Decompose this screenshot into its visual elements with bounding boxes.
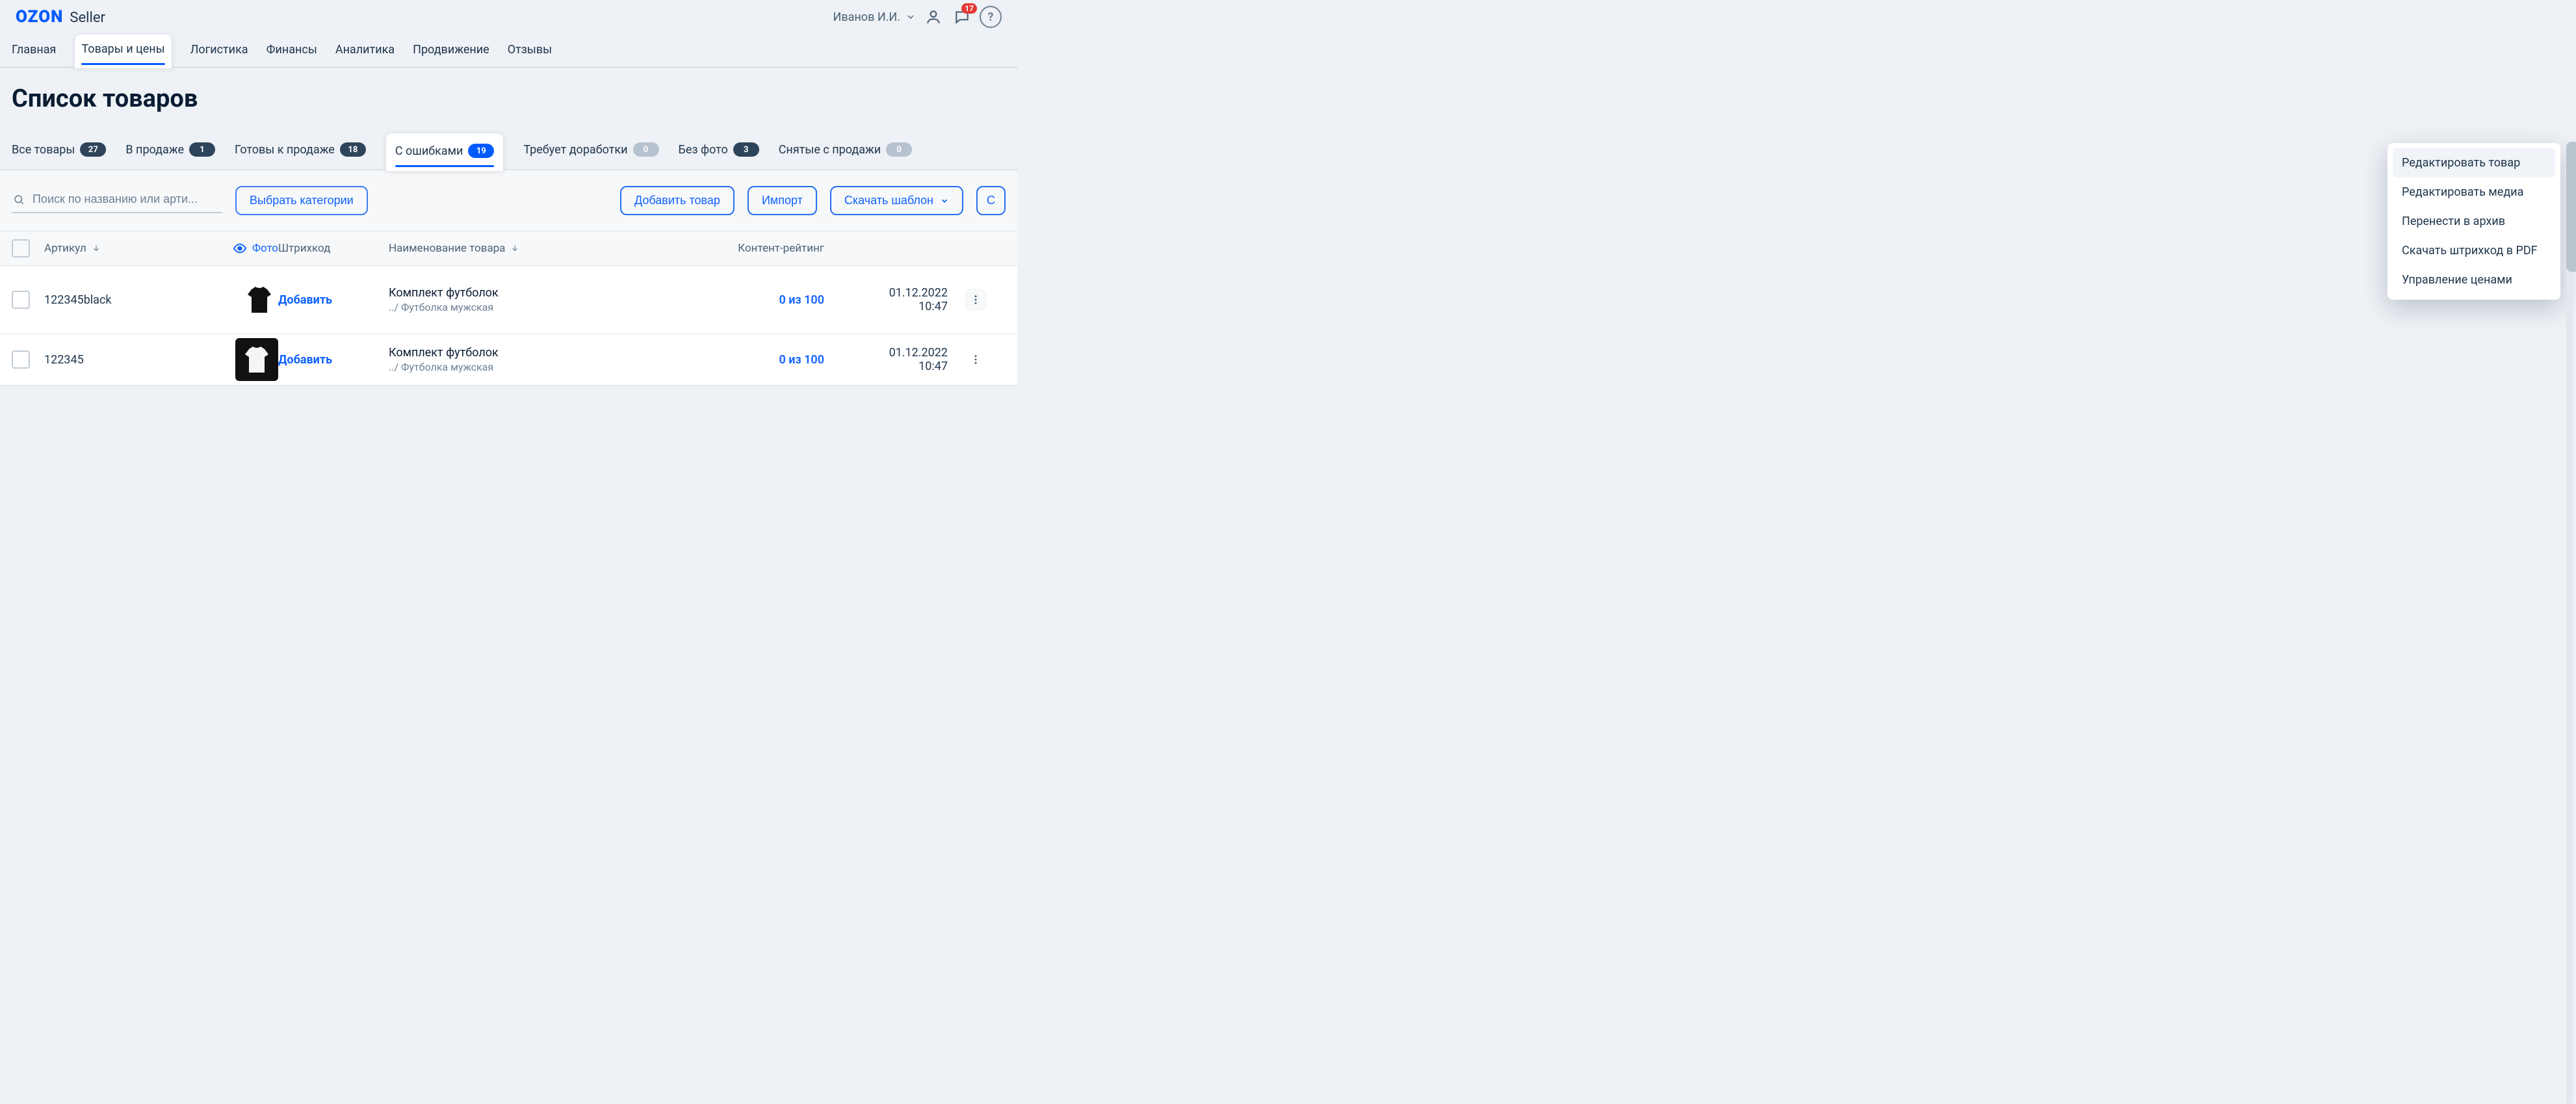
nav-products[interactable]: Товары и цены [74, 34, 172, 68]
sort-down-icon [92, 244, 101, 253]
menu-price-mgmt[interactable]: Управление ценами [2393, 265, 2555, 295]
help-icon-button[interactable]: ? [980, 6, 1002, 28]
tab-count: 3 [733, 142, 759, 157]
main-nav: Главная Товары и цены Логистика Финансы … [0, 34, 1017, 68]
tshirt-icon [244, 345, 270, 374]
tab-count: 18 [340, 142, 366, 157]
choose-categories-button[interactable]: Выбрать категории [235, 186, 368, 215]
profile-icon [925, 8, 942, 25]
table-row: 122345black Добавить Комплект футболок .… [0, 266, 1017, 334]
tab-count: 0 [886, 142, 912, 157]
import-button[interactable]: Импорт [748, 186, 817, 215]
row-checkbox[interactable] [12, 291, 30, 309]
tab-count: 19 [468, 144, 494, 158]
eye-icon [233, 241, 247, 256]
logo-ozon-text: OZON [16, 7, 63, 27]
row-context-menu: Редактировать товар Редактировать медиа … [2387, 143, 2560, 300]
search-wrap[interactable] [12, 188, 222, 213]
row-actions-button[interactable] [965, 289, 987, 311]
nav-promo[interactable]: Продвижение [413, 34, 489, 67]
tab-label: Без фото [679, 143, 728, 157]
nav-home[interactable]: Главная [12, 34, 56, 67]
help-icon: ? [988, 10, 994, 24]
username-label: Иванов И.И. [833, 10, 901, 24]
product-thumb[interactable] [235, 338, 278, 381]
col-photo[interactable]: Фото [207, 241, 278, 256]
tab-label: Снятые с продажи [779, 143, 881, 157]
col-barcode: Штрихкод [278, 242, 389, 255]
cell-sku: 122345black [44, 293, 207, 307]
col-rating: Контент-рейтинг [701, 242, 824, 255]
product-thumb[interactable] [241, 281, 278, 319]
menu-to-archive[interactable]: Перенести в архив [2393, 207, 2555, 236]
tab-needs-fix[interactable]: Требует доработки 0 [523, 133, 658, 168]
topbar: OZON Seller Иванов И.И. 17 ? [0, 0, 1017, 34]
col-name[interactable]: Наименование товара [389, 242, 701, 255]
nav-reviews[interactable]: Отзывы [508, 34, 552, 67]
page-title: Список товаров [12, 85, 1006, 113]
menu-edit-media[interactable]: Редактировать медиа [2393, 177, 2555, 207]
cell-name: Комплект футболок ../ Футболка мужская [389, 286, 701, 313]
tab-label: Требует доработки [523, 143, 627, 157]
cell-rating[interactable]: 0 из 100 [779, 353, 824, 367]
cell-date: 01.12.2022 10:47 [824, 346, 948, 373]
nav-finance[interactable]: Финансы [267, 34, 317, 67]
cell-rating[interactable]: 0 из 100 [779, 293, 824, 307]
add-product-button[interactable]: Добавить товар [620, 186, 735, 215]
cell-sku: 122345 [44, 353, 207, 367]
tab-label: Готовы к продаже [235, 143, 335, 157]
menu-barcode-pdf[interactable]: Скачать штрихкод в PDF [2393, 236, 2555, 265]
search-icon [13, 193, 25, 206]
search-input[interactable] [31, 192, 221, 207]
tab-ready[interactable]: Готовы к продаже 18 [235, 133, 366, 168]
chevron-down-icon [940, 196, 949, 205]
chat-icon-button[interactable]: 17 [951, 6, 973, 28]
tab-errors[interactable]: С ошибками 19 [385, 133, 504, 171]
tab-label: Все товары [12, 143, 75, 157]
button-label: Скачать шаблон [844, 194, 933, 207]
download-extra-button[interactable]: С [976, 186, 1006, 215]
add-barcode-link[interactable]: Добавить [278, 353, 332, 367]
download-template-button[interactable]: Скачать шаблон [830, 186, 963, 215]
toolbar: Выбрать категории Добавить товар Импорт … [0, 170, 1017, 231]
col-sku[interactable]: Артикул [44, 242, 207, 255]
scrollbar[interactable] [2564, 142, 2575, 1104]
cell-date: 01.12.2022 10:47 [824, 286, 948, 313]
add-barcode-link[interactable]: Добавить [278, 293, 332, 307]
row-checkbox[interactable] [12, 350, 30, 369]
nav-analytics[interactable]: Аналитика [335, 34, 395, 67]
tab-archived[interactable]: Снятые с продажи 0 [779, 133, 912, 168]
chevron-down-icon [905, 12, 916, 22]
select-all-checkbox[interactable] [12, 239, 30, 257]
scrollbar-thumb[interactable] [2566, 142, 2576, 272]
kebab-icon [970, 294, 982, 306]
table-row: 122345 Добавить Комплект футболок ../ Фу… [0, 334, 1017, 386]
row-actions-button[interactable] [965, 348, 987, 371]
profile-icon-button[interactable] [922, 6, 944, 28]
tab-on-sale[interactable]: В продаже 1 [125, 133, 215, 168]
tab-all[interactable]: Все товары 27 [12, 133, 106, 168]
tab-label: В продаже [125, 143, 184, 157]
table-head: Артикул Фото Штрихкод Наименование товар… [0, 231, 1017, 266]
tab-no-photo[interactable]: Без фото 3 [679, 133, 759, 168]
tab-count: 27 [80, 142, 106, 157]
menu-edit-product[interactable]: Редактировать товар [2393, 148, 2555, 177]
logo-seller-text: Seller [70, 10, 105, 26]
kebab-icon [970, 354, 982, 365]
cell-name: Комплект футболок ../ Футболка мужская [389, 346, 701, 373]
tab-count: 1 [189, 142, 215, 157]
account-dropdown[interactable]: Иванов И.И. [833, 10, 917, 24]
sort-down-icon [510, 244, 519, 253]
nav-logistics[interactable]: Логистика [190, 34, 248, 67]
logo[interactable]: OZON Seller [16, 7, 105, 27]
tshirt-icon [246, 285, 272, 314]
status-tabs: Все товары 27 В продаже 1 Готовы к прода… [0, 133, 1017, 170]
tab-label: С ошибками [395, 144, 463, 158]
tab-count: 0 [633, 142, 659, 157]
chat-badge: 17 [961, 3, 977, 14]
